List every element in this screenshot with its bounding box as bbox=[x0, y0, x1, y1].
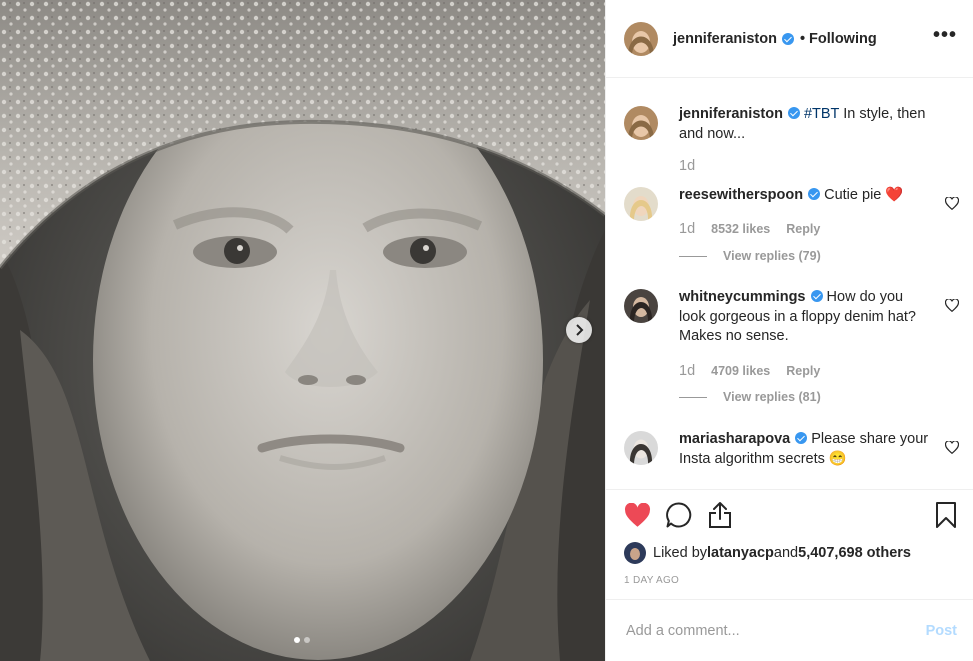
post-actions: Liked by latanyacp and 5,407,698 others … bbox=[606, 489, 973, 586]
post-photo[interactable] bbox=[0, 0, 605, 661]
verified-badge-icon bbox=[795, 432, 808, 444]
comments-list: jenniferaniston #TBT In style, then and … bbox=[606, 79, 973, 489]
comment-username[interactable]: mariasharapova bbox=[679, 431, 790, 447]
like-comment-heart-icon[interactable] bbox=[945, 441, 959, 454]
comment-username[interactable]: reesewitherspoon bbox=[679, 187, 803, 203]
instagram-post-modal: jenniferaniston • Following ••• jennifer… bbox=[0, 0, 973, 661]
reply-button[interactable]: Reply bbox=[786, 222, 820, 236]
post-side-panel: jenniferaniston • Following ••• jennifer… bbox=[605, 0, 973, 661]
carousel-indicator bbox=[294, 637, 310, 643]
verified-badge-icon bbox=[808, 188, 821, 200]
author-username[interactable]: jenniferaniston bbox=[673, 31, 777, 47]
author-avatar[interactable] bbox=[624, 21, 658, 56]
comment-icon[interactable] bbox=[665, 501, 693, 529]
commenter-avatar[interactable] bbox=[624, 431, 658, 465]
share-icon[interactable] bbox=[707, 501, 733, 529]
post-comment-button[interactable]: Post bbox=[926, 623, 957, 639]
comment-meta: 1d 8532 likes Reply bbox=[679, 221, 820, 237]
like-comment-heart-icon[interactable] bbox=[945, 197, 959, 210]
like-heart-icon[interactable] bbox=[624, 502, 651, 528]
following-status[interactable]: • Following bbox=[800, 31, 877, 47]
verified-badge-icon bbox=[787, 107, 800, 119]
likes-middle: and bbox=[773, 545, 799, 561]
post-timestamp[interactable]: 1 DAY AGO bbox=[606, 575, 973, 586]
liker-username[interactable]: latanyacp bbox=[707, 545, 774, 561]
verified-badge-icon bbox=[810, 290, 823, 302]
action-icons-row bbox=[606, 490, 973, 540]
save-bookmark-icon[interactable] bbox=[935, 501, 957, 529]
verified-badge-icon bbox=[781, 32, 794, 45]
comment-text: whitneycummings How do you look gorgeous… bbox=[679, 288, 929, 347]
comment-input[interactable] bbox=[624, 621, 926, 640]
comment-username[interactable]: whitneycummings bbox=[679, 289, 806, 305]
caption-text: jenniferaniston #TBT In style, then and … bbox=[679, 105, 929, 144]
hashtag-link[interactable]: #TBT bbox=[804, 106, 839, 122]
carousel-dot-2 bbox=[304, 637, 310, 643]
reply-button[interactable]: Reply bbox=[786, 364, 820, 378]
post-header: jenniferaniston • Following ••• bbox=[606, 0, 973, 78]
add-comment-bar: Post bbox=[606, 599, 973, 661]
comment-age: 1d bbox=[679, 221, 696, 237]
likes-prefix: Liked by bbox=[653, 545, 708, 561]
heart-emoji: ❤️ bbox=[885, 187, 904, 203]
view-replies-label[interactable]: View replies (81) bbox=[723, 390, 821, 404]
caption-username[interactable]: jenniferaniston bbox=[679, 106, 783, 122]
comment-text: mariasharapova Please share your Insta a… bbox=[679, 430, 929, 469]
commenter-avatar[interactable] bbox=[624, 289, 658, 323]
commenter-avatar[interactable] bbox=[624, 187, 658, 221]
like-comment-heart-icon[interactable] bbox=[945, 299, 959, 312]
likes-count[interactable]: 5,407,698 others bbox=[798, 545, 911, 561]
view-replies[interactable]: View replies (81) bbox=[679, 390, 821, 404]
view-replies-label[interactable]: View replies (79) bbox=[723, 249, 821, 263]
author-avatar[interactable] bbox=[624, 106, 658, 140]
carousel-dot-1 bbox=[294, 637, 300, 643]
caption-age: 1d bbox=[679, 158, 696, 174]
comment-age: 1d bbox=[679, 363, 696, 379]
child-portrait-image bbox=[0, 0, 605, 661]
comment-meta: 1d 4709 likes Reply bbox=[679, 363, 820, 379]
liker-avatar[interactable] bbox=[624, 542, 646, 564]
comment-body: Cutie pie bbox=[820, 187, 886, 203]
comment-likes[interactable]: 4709 likes bbox=[711, 364, 770, 378]
comment-likes[interactable]: 8532 likes bbox=[711, 222, 770, 236]
comment-text: reesewitherspoon Cutie pie ❤️ bbox=[679, 186, 929, 206]
chevron-right-icon bbox=[576, 324, 584, 336]
more-options-icon[interactable]: ••• bbox=[933, 25, 957, 48]
caption-meta: 1d bbox=[679, 158, 695, 174]
grin-emoji: 😁 bbox=[828, 450, 847, 467]
next-slide-button[interactable] bbox=[566, 317, 592, 343]
likes-summary: Liked by latanyacp and 5,407,698 others bbox=[606, 540, 973, 566]
view-replies[interactable]: View replies (79) bbox=[679, 249, 821, 263]
